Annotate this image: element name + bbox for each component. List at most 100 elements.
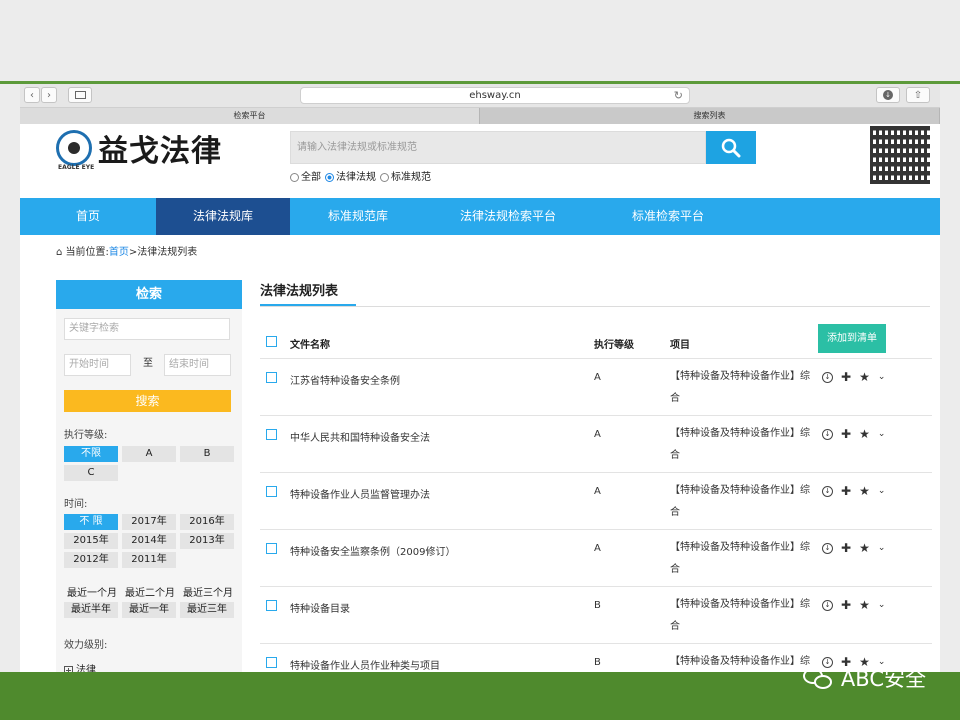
add-icon[interactable]: ✚ [841,541,851,555]
row-divider [260,529,932,530]
nav-standards[interactable]: 标准规范库 [290,198,426,235]
sidebar-search-button[interactable]: 搜索 [64,390,231,412]
share-button[interactable]: ⇧ [906,87,930,103]
row-checkbox[interactable] [266,372,277,383]
nav-laws[interactable]: 法律法规库 [156,198,290,235]
row-file-name[interactable]: 特种设备目录 [290,600,350,615]
nav-law-search[interactable]: 法律法规检索平台 [426,198,590,235]
download-icon[interactable]: ↓ [822,428,833,440]
row-level: A [594,372,601,383]
year-chip[interactable]: 2015年 [64,533,118,549]
row-file-name[interactable]: 特种设备作业人员监督管理办法 [290,486,430,501]
expand-down-icon[interactable]: ⌄ [878,486,886,496]
effect-label: 效力级别: [64,640,108,651]
row-file-name[interactable]: 特种设备安全监察条例（2009修订） [290,543,455,558]
recent-filter[interactable]: 最近三年 [180,602,234,618]
star-icon[interactable]: ★ [859,541,870,555]
expand-down-icon[interactable]: ⌄ [878,372,886,382]
download-icon[interactable]: ↓ [822,371,833,383]
browser-toolbar: ‹ › ehsway.cn ↻ ↓ ⇧ [20,84,940,108]
year-chip[interactable]: 2016年 [180,514,234,530]
row-divider [260,415,932,416]
tab-search-list[interactable]: 搜索列表 [480,108,940,124]
download-icon[interactable]: ↓ [822,485,833,497]
row-level: A [594,486,601,497]
recent-filter[interactable]: 最近一年 [122,602,176,618]
site-search-input[interactable]: 请输入法律法规或标准规范 [290,131,706,164]
row-checkbox[interactable] [266,429,277,440]
start-date-input[interactable]: 开始时间 [64,354,131,376]
wechat-icon [802,666,833,690]
reload-icon[interactable]: ↻ [674,88,683,103]
radio-all[interactable]: 全部 [290,168,321,183]
download-icon[interactable]: ↓ [822,599,833,611]
radio-laws[interactable]: 法律法规 [325,168,376,183]
year-chip-any[interactable]: 不 限 [64,514,118,530]
row-file-name[interactable]: 江苏省特种设备安全条例 [290,372,400,387]
star-icon[interactable]: ★ [859,598,870,612]
tab-search-platform[interactable]: 检索平台 [20,108,480,124]
level-chip-any[interactable]: 不限 [64,446,118,462]
year-chip[interactable]: 2012年 [64,552,118,568]
star-icon[interactable]: ★ [859,484,870,498]
sidebar-title: 检索 [56,280,242,309]
row-checkbox[interactable] [266,600,277,611]
sidebar-toggle-button[interactable] [68,87,92,103]
year-chip[interactable]: 2013年 [180,533,234,549]
address-bar[interactable]: ehsway.cn ↻ [300,87,690,104]
row-project: 【特种设备及特种设备作业】综合 [670,599,810,632]
select-all-checkbox[interactable] [266,336,277,347]
add-to-list-button[interactable]: 添加到清单 [818,324,886,353]
download-button[interactable]: ↓ [876,87,900,103]
add-icon[interactable]: ✚ [841,427,851,441]
year-chip[interactable]: 2017年 [122,514,176,530]
recent-filter[interactable]: 最近二个月 [122,584,178,599]
recent-filter[interactable]: 最近半年 [64,602,118,618]
recent-filter[interactable]: 最近一个月 [64,584,120,599]
browser-window: ‹ › ehsway.cn ↻ ↓ ⇧ 检索平台 搜索列表 益戈法律 EAGLE… [20,84,940,672]
expand-down-icon[interactable]: ⌄ [878,543,886,553]
row-project: 【特种设备及特种设备作业】综合 [670,542,810,575]
level-chip-b[interactable]: B [180,446,234,462]
row-level: A [594,543,601,554]
radio-label: 法律法规 [336,172,376,183]
end-date-input[interactable]: 结束时间 [164,354,231,376]
effect-item-label: 法律 [76,665,96,672]
recent-filter[interactable]: 最近三个月 [180,584,236,599]
row-divider [260,643,932,644]
keyword-input[interactable]: 关键字检索 [64,318,230,340]
breadcrumb-home-link[interactable]: 首页 [109,247,129,258]
search-scope-radios: 全部 法律法规 标准规范 [290,168,431,183]
row-checkbox[interactable] [266,486,277,497]
star-icon[interactable]: ★ [859,427,870,441]
forward-button[interactable]: › [41,87,57,103]
radio-label: 标准规范 [391,172,431,183]
nav-standard-search[interactable]: 标准检索平台 [590,198,746,235]
expand-down-icon[interactable]: ⌄ [878,600,886,610]
effect-item[interactable]: 法律 [64,661,96,672]
year-chip[interactable]: 2011年 [122,552,176,568]
expand-down-icon[interactable]: ⌄ [878,429,886,439]
add-icon[interactable]: ✚ [841,598,851,612]
row-checkbox[interactable] [266,543,277,554]
star-icon[interactable]: ★ [859,370,870,384]
radio-standards[interactable]: 标准规范 [380,168,431,183]
add-icon[interactable]: ✚ [841,484,851,498]
year-chip[interactable]: 2014年 [122,533,176,549]
nav-home[interactable]: 首页 [20,198,156,235]
site-header: 益戈法律 EAGLE EYE 请输入法律法规或标准规范 全部 法律法规 标准规范 [20,124,940,198]
column-header-name: 文件名称 [290,340,330,351]
back-button[interactable]: ‹ [24,87,40,103]
column-header-project: 项目 [670,340,690,351]
site-search-button[interactable] [706,131,756,164]
row-file-name[interactable]: 特种设备作业人员作业种类与项目 [290,657,440,672]
row-checkbox[interactable] [266,657,277,668]
logo-subtitle: EAGLE EYE [58,164,95,171]
level-chip-a[interactable]: A [122,446,176,462]
row-file-name[interactable]: 中华人民共和国特种设备安全法 [290,429,430,444]
level-chip-c[interactable]: C [64,465,118,481]
row-actions: ↓ ✚ ★ ⌄ [822,370,885,384]
watermark: ABC安全 [802,663,926,693]
add-icon[interactable]: ✚ [841,370,851,384]
download-icon[interactable]: ↓ [822,542,833,554]
